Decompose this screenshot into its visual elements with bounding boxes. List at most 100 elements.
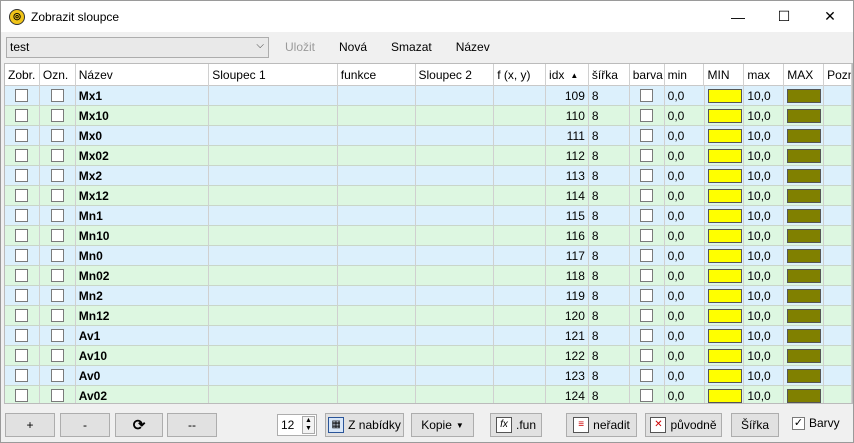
function-cell[interactable] <box>337 366 416 386</box>
show-checkbox[interactable] <box>15 149 29 162</box>
max-cell[interactable]: 10,0 <box>744 186 785 206</box>
min-cell[interactable]: 0,0 <box>664 206 705 226</box>
max-cell[interactable]: 10,0 <box>744 366 785 386</box>
function-cell[interactable] <box>337 146 416 166</box>
color-cell[interactable] <box>629 226 665 246</box>
mark-cell[interactable] <box>39 366 76 386</box>
min-color-cell[interactable] <box>704 106 745 126</box>
name-cell[interactable]: Mx02 <box>75 146 210 166</box>
column2-cell[interactable] <box>415 246 495 266</box>
function-cell[interactable] <box>337 246 416 266</box>
max-color-swatch[interactable] <box>787 88 822 103</box>
mark-cell[interactable] <box>39 226 76 246</box>
color-checkbox[interactable] <box>640 129 654 142</box>
fxy-cell[interactable] <box>494 146 547 166</box>
min-color-swatch[interactable] <box>707 268 742 283</box>
note-cell[interactable] <box>824 166 852 186</box>
width-cell[interactable]: 8 <box>588 106 630 126</box>
max-color-cell[interactable] <box>784 326 825 346</box>
column2-cell[interactable] <box>415 266 495 286</box>
min-cell[interactable]: 0,0 <box>664 286 705 306</box>
fxy-cell[interactable] <box>494 106 547 126</box>
table-row[interactable]: Mx0 111 8 0,0 10,0 <box>5 126 852 146</box>
fxy-cell[interactable] <box>494 266 547 286</box>
width-cell[interactable]: 8 <box>588 246 630 266</box>
min-color-swatch[interactable] <box>707 148 742 163</box>
color-cell[interactable] <box>629 306 665 326</box>
max-color-swatch[interactable] <box>787 128 822 143</box>
color-cell[interactable] <box>629 346 665 366</box>
mark-checkbox[interactable] <box>50 209 64 222</box>
name-cell[interactable]: Mx2 <box>75 166 210 186</box>
function-cell[interactable] <box>337 306 416 326</box>
max-color-swatch[interactable] <box>787 168 822 183</box>
mark-checkbox[interactable] <box>50 289 64 302</box>
color-cell[interactable] <box>629 106 665 126</box>
min-color-cell[interactable] <box>704 306 745 326</box>
rename-button[interactable]: Název <box>444 36 502 58</box>
table-row[interactable]: Av10 122 8 0,0 10,0 <box>5 346 852 366</box>
note-cell[interactable] <box>824 286 852 306</box>
show-cell[interactable] <box>5 266 40 286</box>
row-count-stepper[interactable]: 12 ▲ ▼ <box>277 414 317 436</box>
color-checkbox[interactable] <box>640 169 654 182</box>
column-header[interactable]: Sloupec 2 <box>416 64 495 86</box>
column2-cell[interactable] <box>415 206 495 226</box>
column-header[interactable]: Pozna <box>824 64 852 86</box>
note-cell[interactable] <box>824 146 852 166</box>
column-header[interactable]: funkce <box>338 64 416 86</box>
note-cell[interactable] <box>824 226 852 246</box>
max-color-swatch[interactable] <box>787 208 822 223</box>
maximize-button[interactable]: ☐ <box>761 1 807 32</box>
color-cell[interactable] <box>629 366 665 386</box>
width-cell[interactable]: 8 <box>588 166 630 186</box>
name-cell[interactable]: Av10 <box>75 346 210 366</box>
column-header[interactable]: max <box>744 64 785 86</box>
mark-cell[interactable] <box>39 246 76 266</box>
function-cell[interactable] <box>337 226 416 246</box>
show-cell[interactable] <box>5 146 40 166</box>
max-color-cell[interactable] <box>784 146 825 166</box>
min-color-cell[interactable] <box>704 266 745 286</box>
color-cell[interactable] <box>629 246 665 266</box>
mark-cell[interactable] <box>39 266 76 286</box>
mark-cell[interactable] <box>39 186 76 206</box>
fxy-cell[interactable] <box>494 246 547 266</box>
max-color-cell[interactable] <box>784 286 825 306</box>
width-cell[interactable]: 8 <box>588 326 630 346</box>
color-checkbox[interactable] <box>640 149 654 162</box>
fxy-cell[interactable] <box>494 226 547 246</box>
min-color-cell[interactable] <box>704 86 745 106</box>
mark-checkbox[interactable] <box>50 369 64 382</box>
show-checkbox[interactable] <box>15 269 29 282</box>
max-color-cell[interactable] <box>784 346 825 366</box>
min-cell[interactable]: 0,0 <box>664 166 705 186</box>
min-color-swatch[interactable] <box>707 188 742 203</box>
column1-cell[interactable] <box>209 326 338 346</box>
column-header[interactable]: Sloupec 1 <box>209 64 338 86</box>
name-cell[interactable]: Mx10 <box>75 106 210 126</box>
color-checkbox[interactable] <box>640 269 654 282</box>
min-color-cell[interactable] <box>704 246 745 266</box>
max-color-swatch[interactable] <box>787 328 822 343</box>
color-cell[interactable] <box>630 386 665 403</box>
mark-checkbox[interactable] <box>50 149 64 162</box>
max-color-cell[interactable] <box>784 246 825 266</box>
note-cell[interactable] <box>824 306 852 326</box>
mark-checkbox[interactable] <box>50 249 64 262</box>
fxy-cell[interactable] <box>494 346 547 366</box>
color-cell[interactable] <box>629 266 665 286</box>
column1-cell[interactable] <box>209 86 338 106</box>
max-color-cell[interactable] <box>784 306 825 326</box>
column-header[interactable]: MIN <box>704 64 745 86</box>
min-color-swatch[interactable] <box>707 308 742 323</box>
width-cell[interactable]: 8 <box>588 86 630 106</box>
max-color-cell[interactable] <box>784 266 825 286</box>
name-cell[interactable]: Mn2 <box>75 286 210 306</box>
max-color-swatch[interactable] <box>787 228 822 243</box>
show-checkbox[interactable] <box>15 209 29 222</box>
width-cell[interactable]: 8 <box>588 226 630 246</box>
show-checkbox[interactable] <box>15 289 29 302</box>
color-cell[interactable] <box>629 146 665 166</box>
name-cell[interactable]: Av0 <box>75 366 210 386</box>
